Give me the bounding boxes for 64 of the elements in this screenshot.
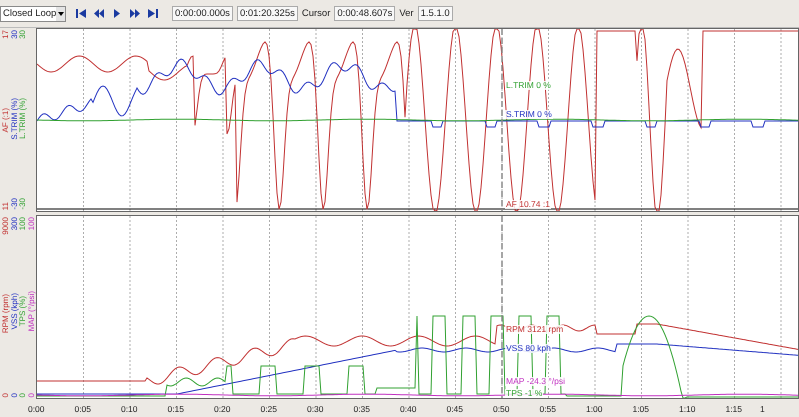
axis-label: RPM (rpm) bbox=[2, 294, 10, 334]
axis-min-value: 0 bbox=[19, 392, 28, 397]
time-tick-label: 0:25 bbox=[259, 404, 278, 414]
version-label: Ver bbox=[399, 8, 414, 19]
axis-min-value: 0 bbox=[10, 392, 19, 397]
cursor-time-field[interactable]: 0:00:48.607s bbox=[334, 6, 396, 21]
axis-max-value: 30 bbox=[10, 30, 19, 39]
cursor-reading: S.TRIM 0 % bbox=[505, 110, 553, 119]
fast-forward-button[interactable] bbox=[128, 6, 142, 20]
time-tick-label: 1:15 bbox=[724, 404, 744, 414]
axis-label: AF (:1) bbox=[2, 108, 10, 133]
start-time-field[interactable]: 0:00:00.000s bbox=[172, 6, 233, 21]
version-field[interactable]: 1.5.1.0 bbox=[418, 6, 453, 21]
time-tick-label: 0:10 bbox=[120, 404, 139, 414]
cursor-reading: L.TRIM 0 % bbox=[505, 81, 552, 90]
time-tick-label: 0:05 bbox=[73, 404, 92, 414]
cursor-reading: MAP -24.3 °/psi bbox=[505, 377, 566, 386]
cursor-reading: VSS 80 kph bbox=[505, 344, 552, 353]
axis-min-value: -30 bbox=[10, 198, 19, 210]
time-tick-label: 0:30 bbox=[306, 404, 325, 414]
mode-dropdown[interactable]: Closed Loop bbox=[0, 6, 66, 22]
rewind-button[interactable] bbox=[92, 6, 106, 20]
time-tick-label: 0:40 bbox=[398, 404, 418, 414]
cursor-reading: TPS -1 % bbox=[505, 389, 544, 398]
axis-label: TPS (%) bbox=[19, 296, 28, 327]
time-tick-label: 1 bbox=[759, 404, 766, 414]
skip-to-end-button[interactable] bbox=[146, 6, 160, 20]
cursor-reading: RPM 3121 rpm bbox=[505, 325, 564, 334]
time-tick-label: 0:55 bbox=[538, 404, 558, 414]
rewind-icon bbox=[94, 9, 104, 18]
time-tick-label: 1:05 bbox=[631, 404, 650, 414]
axis-max-value: 300 bbox=[10, 217, 19, 230]
axis-label: MAP (°/psi) bbox=[28, 291, 36, 332]
time-tick-label: 1:10 bbox=[678, 404, 697, 414]
axis-max-value: 100 bbox=[19, 217, 28, 230]
axis-max-value: 100 bbox=[28, 217, 36, 230]
cursor-reading: AF 10.74 :1 bbox=[505, 200, 551, 209]
time-tick-label: 0:50 bbox=[492, 404, 511, 414]
fast-forward-icon bbox=[130, 9, 140, 18]
skip-to-start-icon bbox=[76, 9, 86, 18]
time-tick-label: 0:45 bbox=[445, 404, 464, 414]
axis-min-value: -30 bbox=[19, 198, 28, 210]
axis-max-value: 17 bbox=[2, 30, 10, 39]
axis-min-value: 11 bbox=[2, 202, 10, 210]
axis-max-value: 30 bbox=[19, 30, 28, 39]
axis-min-value: 0 bbox=[2, 392, 10, 397]
cursor-label: Cursor bbox=[302, 8, 330, 19]
skip-to-end-icon bbox=[148, 9, 158, 18]
time-tick-label: 0:00 bbox=[26, 404, 46, 414]
time-tick-label: 1:00 bbox=[584, 404, 604, 414]
axis-label: VSS (kph) bbox=[10, 293, 19, 330]
cursor-line[interactable] bbox=[501, 29, 503, 211]
time-tick-label: 0:15 bbox=[166, 404, 186, 414]
time-tick-label: 0:20 bbox=[212, 404, 232, 414]
end-time-field[interactable]: 0:01:20.325s bbox=[236, 6, 298, 21]
cursor-line[interactable] bbox=[501, 216, 503, 398]
caret-icon bbox=[58, 12, 64, 16]
play-icon bbox=[112, 9, 122, 18]
time-tick-label: 0:35 bbox=[352, 404, 372, 414]
axis-max-value: 9000 bbox=[2, 217, 10, 235]
axis-min-value: 0 bbox=[28, 392, 36, 397]
skip-to-start-button[interactable] bbox=[74, 6, 88, 20]
axis-label: L.TRIM (%) bbox=[19, 98, 28, 140]
axis-label: S.TRIM (%) bbox=[10, 98, 19, 140]
